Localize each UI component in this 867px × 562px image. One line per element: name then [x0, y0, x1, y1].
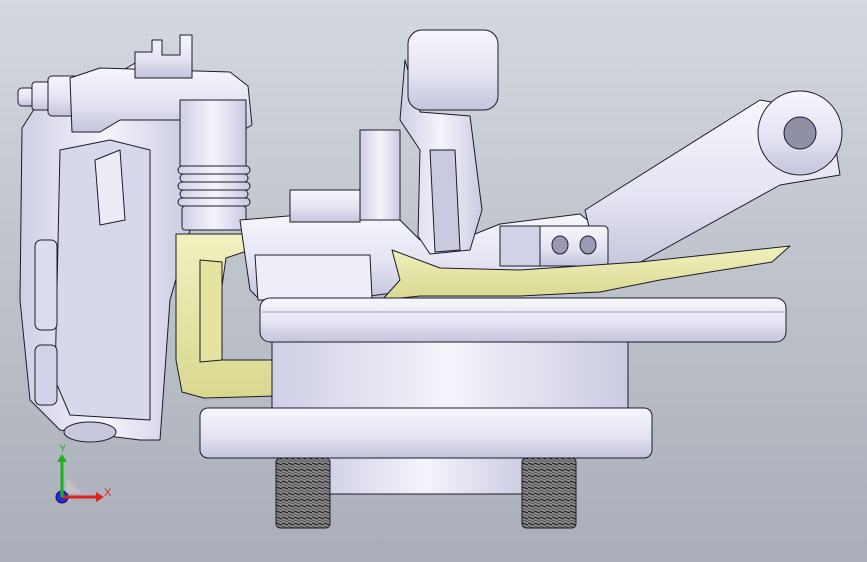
triad-x-label: X: [104, 487, 112, 499]
tie-rod-hole: [783, 116, 817, 150]
triad-x-arrow: [96, 492, 104, 502]
knuckle-mount: [359, 129, 401, 221]
bleed-screw: [17, 75, 79, 117]
caliper-rib: [94, 149, 126, 226]
cad-assembly-view[interactable]: X Y: [0, 0, 867, 562]
caliper-bore: [63, 421, 117, 443]
reference-triad[interactable]: X Y: [55, 443, 112, 504]
bracket-hex: [499, 225, 541, 267]
strut-arm-slot: [429, 149, 461, 253]
guide-pin: [179, 99, 247, 167]
hub-bearing: [271, 341, 629, 409]
guide-pin-boot: [177, 165, 251, 231]
section-cut-inner: [199, 259, 223, 363]
caliper-top-tabs: [134, 34, 193, 79]
graphics-viewport[interactable]: X Y: [0, 0, 867, 562]
triad-y-label: Y: [59, 443, 67, 455]
brake-rotor: [259, 297, 787, 343]
wheel-stud-left: [275, 457, 331, 529]
knuckle-block: [289, 189, 361, 223]
bolt-hole-1: [551, 235, 569, 255]
caliper-assembly[interactable]: [17, 29, 843, 529]
wheel-stud-right: [521, 457, 577, 529]
hub-flange: [199, 407, 653, 459]
strut-bushing-head: [407, 29, 499, 111]
bolt-hole-2: [579, 235, 597, 255]
hub-pilot: [319, 457, 531, 495]
knuckle-tab: [254, 254, 373, 301]
triad-xy-plane: [66, 478, 82, 493]
caliper-slot-upper: [34, 239, 58, 331]
caliper-slot-lower: [34, 344, 58, 406]
triad-y-arrow: [57, 454, 67, 462]
